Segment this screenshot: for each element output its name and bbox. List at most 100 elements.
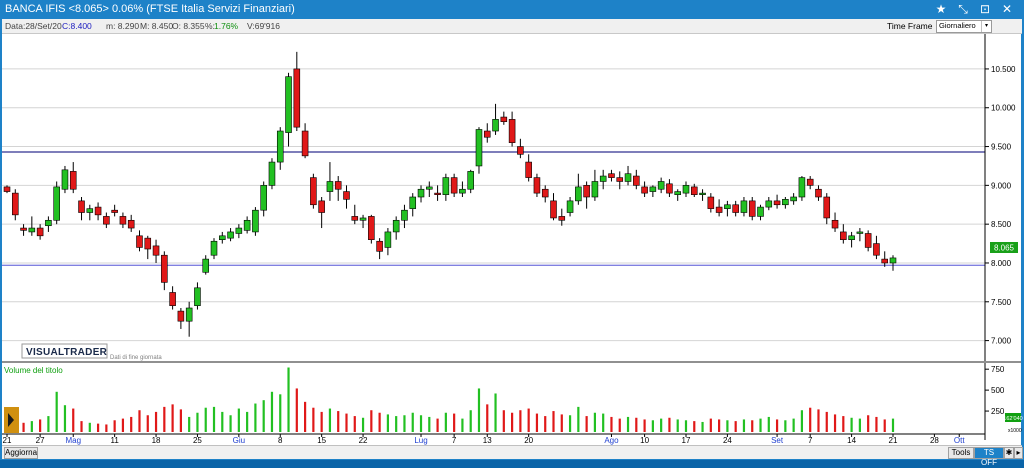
candle-body <box>426 186 433 190</box>
candle-body <box>550 200 557 219</box>
candle-body <box>649 186 657 192</box>
candle-body <box>624 173 632 182</box>
candle-body <box>815 188 822 198</box>
tools-button[interactable]: Tools <box>948 447 974 459</box>
candle <box>252 207 259 236</box>
x-tick-label: 15 <box>317 436 326 445</box>
x-tick-label: 20 <box>524 436 533 445</box>
candle-body <box>575 186 582 202</box>
candle-body <box>790 196 797 202</box>
x-tick-label: 14 <box>847 436 856 445</box>
candle-body <box>773 200 781 206</box>
candle-body <box>235 227 243 234</box>
candle-body <box>3 186 11 192</box>
volume-badge-text: 162'040 <box>1003 416 1022 422</box>
candle-body <box>873 243 880 256</box>
candle-body <box>856 231 864 234</box>
candle <box>310 173 317 209</box>
candle-body <box>889 257 897 264</box>
x-tick-label: 7 <box>808 436 813 445</box>
candle-body <box>351 216 359 221</box>
y-tick-label: 10.500 <box>991 65 1016 74</box>
candle-body <box>111 209 118 213</box>
volume-unit: x1000 <box>1008 428 1022 434</box>
candle-body <box>252 209 259 233</box>
candle-body <box>591 181 599 198</box>
candle-body <box>434 192 441 195</box>
candle-body <box>318 200 325 213</box>
vol-tick-label: 500 <box>991 386 1005 395</box>
candle <box>53 181 60 225</box>
candle-body <box>177 310 185 322</box>
candle-body <box>823 196 831 219</box>
candle-body <box>368 216 375 240</box>
candle-body <box>409 196 417 209</box>
price-badge-text: 8.065 <box>994 244 1015 253</box>
y-tick-label: 7.000 <box>991 337 1012 346</box>
candle-body <box>11 192 19 216</box>
candle-body <box>674 191 681 195</box>
x-tick-label: 21 <box>889 436 898 445</box>
candle-body <box>450 177 458 194</box>
candle-body <box>666 183 673 194</box>
x-tick-label: Set <box>771 436 784 445</box>
candle-body <box>293 68 301 128</box>
x-tick-label: 27 <box>36 436 45 445</box>
candle-body <box>359 217 367 221</box>
candle <box>798 176 806 201</box>
aggiorna-button[interactable]: Aggiorna <box>4 447 38 459</box>
candle-body <box>401 209 408 221</box>
price-chart[interactable]: 10.500 10.000 9.500 9.000 8.500 8.000 7.500 7.0… <box>0 0 1024 460</box>
app-window: BANCA IFIS <8.065> 0.06% (FTSE Italia Se… <box>0 0 1024 467</box>
candle-body <box>533 177 541 194</box>
logo-text: VISUALTRADER <box>26 347 108 358</box>
candle <box>268 158 276 190</box>
candle-body <box>682 185 690 194</box>
candle-body <box>161 254 168 283</box>
candle-body <box>806 178 814 186</box>
candle-body <box>326 181 334 192</box>
candle-body <box>417 188 425 198</box>
candle-body <box>657 181 665 190</box>
candle-body <box>285 76 292 133</box>
candle-body <box>732 204 739 213</box>
candle-body <box>699 192 706 195</box>
candle-body <box>483 130 491 138</box>
candle-body <box>715 206 723 213</box>
candle-body <box>798 177 806 198</box>
x-tick-label: Giu <box>233 436 245 445</box>
candle-body <box>864 233 872 248</box>
ts-off-button[interactable]: TS OFF <box>974 447 1004 467</box>
y-tick-label: 9.500 <box>991 143 1012 152</box>
candle-body <box>86 208 94 213</box>
candle-body <box>194 287 201 306</box>
candle-body <box>641 186 648 194</box>
gear-icon[interactable]: ✱ <box>1004 447 1014 459</box>
bottom-bar: Aggiorna Tools TS OFF ✱ ▸ <box>2 445 1023 467</box>
candle-body <box>20 227 27 231</box>
vol-tick-label: 750 <box>991 365 1005 374</box>
y-tick-label: 10.000 <box>991 104 1016 113</box>
candle-body <box>541 188 549 198</box>
candle-body <box>740 200 748 213</box>
candle-body <box>127 219 135 229</box>
candle-body <box>566 200 574 213</box>
candle-body <box>227 231 234 239</box>
candle-body <box>61 169 69 190</box>
candle-body <box>831 219 839 229</box>
candle-body <box>467 171 474 190</box>
candle-body <box>608 173 615 178</box>
candle-body <box>633 175 640 186</box>
candle-body <box>28 227 36 233</box>
x-tick-label: Ago <box>604 436 619 445</box>
candle-body <box>558 216 566 221</box>
candle-body <box>78 200 85 213</box>
x-tick-label: 8 <box>278 436 283 445</box>
vol-tick-label: 250 <box>991 407 1005 416</box>
candle-body <box>301 130 309 157</box>
play-icon[interactable]: ▸ <box>1014 447 1023 459</box>
candle-body <box>724 204 731 209</box>
candle-body <box>616 177 624 182</box>
x-tick-label: Mag <box>65 436 81 445</box>
x-tick-label: 17 <box>682 436 691 445</box>
